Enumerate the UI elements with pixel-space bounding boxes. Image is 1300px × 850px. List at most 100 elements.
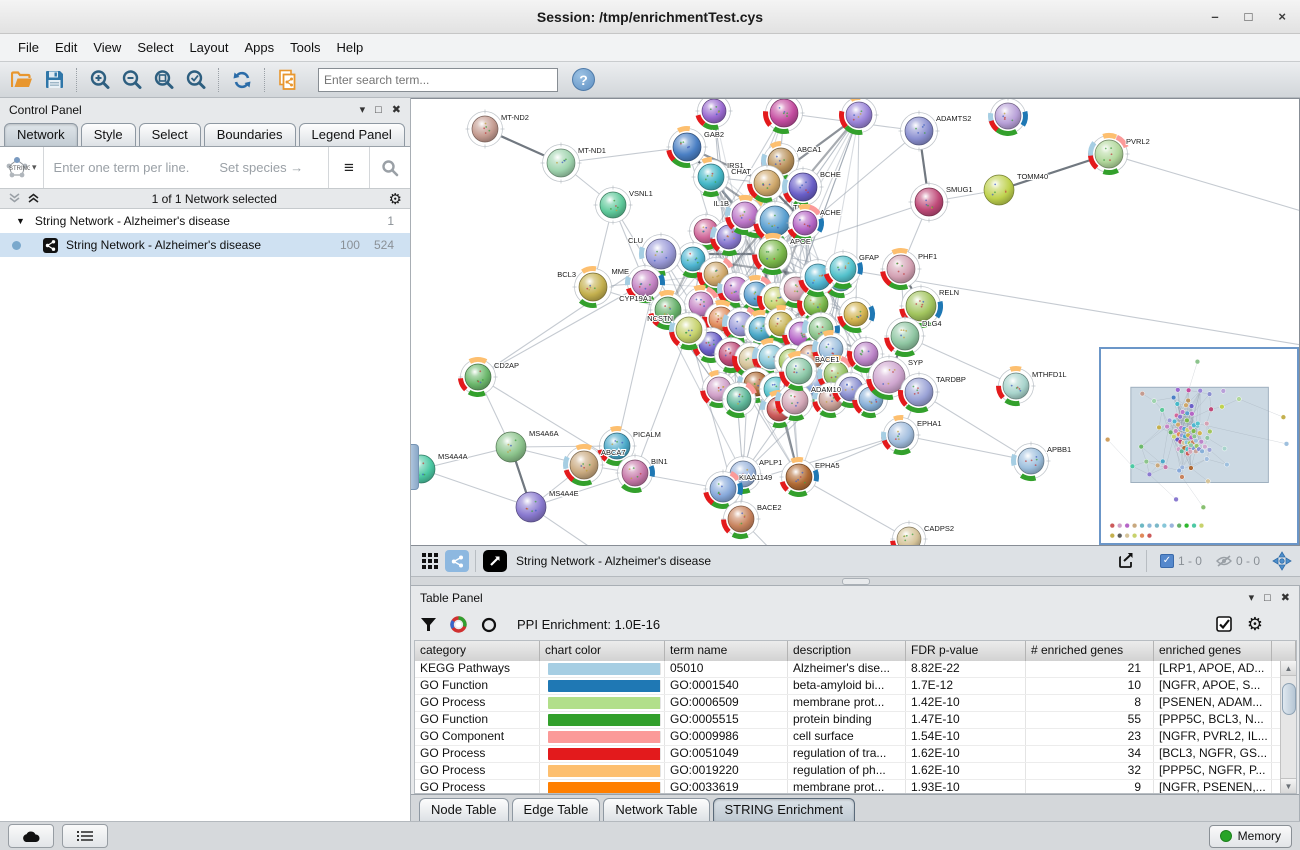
cloud-tasks-button[interactable] — [8, 824, 54, 848]
network-node[interactable]: CADPS2 — [891, 521, 955, 546]
network-canvas[interactable]: MT-ND2MT-ND1VSNL1GAB2IRS1ABCA1CHATBCHEIL… — [411, 98, 1300, 546]
table-row[interactable]: GO ProcessGO:0006509membrane prot...1.42… — [415, 695, 1281, 712]
save-session-button[interactable] — [38, 66, 70, 94]
column-header-chart-color[interactable]: chart color — [540, 641, 665, 661]
network-node[interactable]: BCHE — [783, 167, 841, 208]
network-node[interactable]: BCL3 — [557, 267, 613, 308]
string-query-placeholder[interactable]: Enter one term per line. — [54, 160, 190, 175]
set-species-label[interactable]: Set species → — [219, 160, 328, 175]
birdseye-toggle-icon[interactable] — [1268, 549, 1295, 573]
select-all-checkbox-icon[interactable] — [1216, 616, 1233, 633]
table-panel-close-icon[interactable]: ✖ — [1281, 591, 1290, 604]
network-node[interactable]: MT-ND2 — [466, 110, 529, 149]
network-node[interactable]: MTHFD1L — [997, 367, 1067, 406]
scroll-up-icon[interactable]: ▲ — [1281, 661, 1296, 676]
column-header-description[interactable]: description — [788, 641, 906, 661]
network-node[interactable]: MS4A4A — [411, 452, 468, 483]
network-node[interactable]: ADAMTS2 — [899, 111, 972, 152]
table-vertical-scrollbar[interactable]: ▲ ▼ — [1280, 661, 1296, 793]
search-input[interactable] — [318, 68, 558, 92]
scroll-down-icon[interactable]: ▼ — [1281, 778, 1296, 793]
tab-network-table[interactable]: Network Table — [603, 798, 709, 821]
menu-item-layout[interactable]: Layout — [181, 36, 236, 59]
network-node[interactable]: MT-ND1 — [541, 143, 606, 184]
network-node[interactable] — [989, 99, 1028, 136]
column-header-enriched-genes[interactable]: # enriched genes — [1026, 641, 1154, 661]
network-node[interactable]: VSNL1 — [594, 186, 653, 225]
panel-float-icon[interactable]: □ — [375, 104, 382, 116]
table-row[interactable]: GO FunctionGO:0005515protein binding1.47… — [415, 712, 1281, 729]
tab-string-enrichment[interactable]: STRING Enrichment — [713, 798, 855, 821]
panel-menu-icon[interactable]: ▾ — [360, 103, 366, 116]
menu-item-help[interactable]: Help — [329, 36, 372, 59]
memory-button[interactable]: Memory — [1209, 825, 1292, 848]
panel-splitter-handle[interactable] — [411, 444, 419, 490]
column-header-term-name[interactable]: term name — [665, 641, 788, 661]
zoom-selected-button[interactable] — [180, 66, 212, 94]
tab-boundaries[interactable]: Boundaries — [204, 123, 296, 146]
open-in-view-icon[interactable] — [483, 550, 507, 572]
horizontal-splitter[interactable] — [411, 577, 1300, 585]
network-node[interactable]: GFAP — [824, 250, 880, 289]
network-node[interactable] — [764, 99, 805, 134]
expand-all-icon[interactable] — [27, 193, 40, 204]
network-node[interactable]: NCSTN — [647, 311, 708, 350]
table-row[interactable]: GO ProcessGO:0051049regulation of tra...… — [415, 746, 1281, 763]
string-options-icon[interactable]: ≡ — [328, 147, 369, 188]
table-panel-menu-icon[interactable]: ▾ — [1249, 591, 1255, 604]
table-settings-gear-icon[interactable]: ⚙ — [1247, 614, 1263, 635]
panel-close-icon[interactable]: ✖ — [392, 103, 401, 116]
network-node[interactable]: EPHA1 — [882, 416, 942, 455]
network-node[interactable]: APBB1 — [1012, 442, 1072, 481]
network-panel-gear-icon[interactable]: ⚙ — [389, 190, 402, 208]
tab-style[interactable]: Style — [81, 123, 136, 146]
filter-icon[interactable] — [421, 618, 436, 632]
table-row[interactable]: KEGG Pathways05010Alzheimer's dise...8.8… — [415, 661, 1281, 678]
ring-chart-icon[interactable] — [481, 617, 497, 633]
export-network-icon[interactable] — [1113, 549, 1140, 573]
tab-node-table[interactable]: Node Table — [419, 798, 509, 821]
share-network-icon[interactable] — [445, 550, 469, 572]
refresh-button[interactable] — [226, 66, 258, 94]
network-node[interactable] — [840, 99, 879, 135]
menu-item-edit[interactable]: Edit — [47, 36, 85, 59]
birdseye-view[interactable] — [1099, 347, 1299, 545]
collapse-all-icon[interactable] — [8, 193, 21, 204]
table-row[interactable]: GO ProcessGO:0019220regulation of ph...1… — [415, 763, 1281, 780]
network-row[interactable]: String Network - Alzheimer's disease 100… — [0, 233, 410, 257]
network-collection-row[interactable]: ▼ String Network - Alzheimer's disease 1 — [0, 209, 410, 233]
table-panel-float-icon[interactable]: □ — [1264, 592, 1271, 604]
network-node[interactable]: EPHA5 — [780, 458, 840, 497]
network-node[interactable]: ACHE — [787, 205, 841, 242]
menu-item-view[interactable]: View — [85, 36, 129, 59]
network-node[interactable]: SMUG1 — [909, 182, 973, 223]
table-row[interactable]: GO ComponentGO:0009986cell surface1.54E-… — [415, 729, 1281, 746]
menu-item-apps[interactable]: Apps — [237, 36, 283, 59]
network-node[interactable]: BACE2 — [722, 500, 782, 539]
tab-legend-panel[interactable]: Legend Panel — [299, 123, 405, 146]
pie-chart-icon[interactable] — [450, 616, 467, 633]
column-header-enriched-genes[interactable]: enriched genes — [1154, 641, 1272, 661]
help-icon[interactable]: ? — [572, 68, 595, 91]
network-from-file-button[interactable] — [272, 66, 304, 94]
string-logo-icon[interactable]: STRING ▾ — [0, 147, 44, 188]
maximize-button[interactable]: □ — [1245, 9, 1253, 24]
zoom-out-button[interactable] — [116, 66, 148, 94]
menu-item-select[interactable]: Select — [129, 36, 181, 59]
network-node[interactable]: PVRL2 — [1089, 134, 1150, 175]
scroll-thumb[interactable] — [1282, 683, 1296, 715]
open-session-button[interactable] — [6, 66, 38, 94]
tab-select[interactable]: Select — [139, 123, 201, 146]
column-header-category[interactable]: category — [415, 641, 540, 661]
close-button[interactable]: × — [1278, 9, 1286, 24]
zoom-fit-button[interactable] — [148, 66, 180, 94]
tab-edge-table[interactable]: Edge Table — [512, 798, 601, 821]
collection-expand-icon[interactable]: ▼ — [16, 216, 25, 226]
tab-network[interactable]: Network — [4, 123, 78, 146]
string-search-icon[interactable] — [369, 147, 410, 188]
menu-item-tools[interactable]: Tools — [282, 36, 328, 59]
zoom-in-button[interactable] — [84, 66, 116, 94]
network-node[interactable]: MS4A6A — [496, 429, 559, 462]
network-node[interactable]: TOMM40 — [984, 172, 1048, 205]
network-node[interactable] — [696, 99, 733, 130]
